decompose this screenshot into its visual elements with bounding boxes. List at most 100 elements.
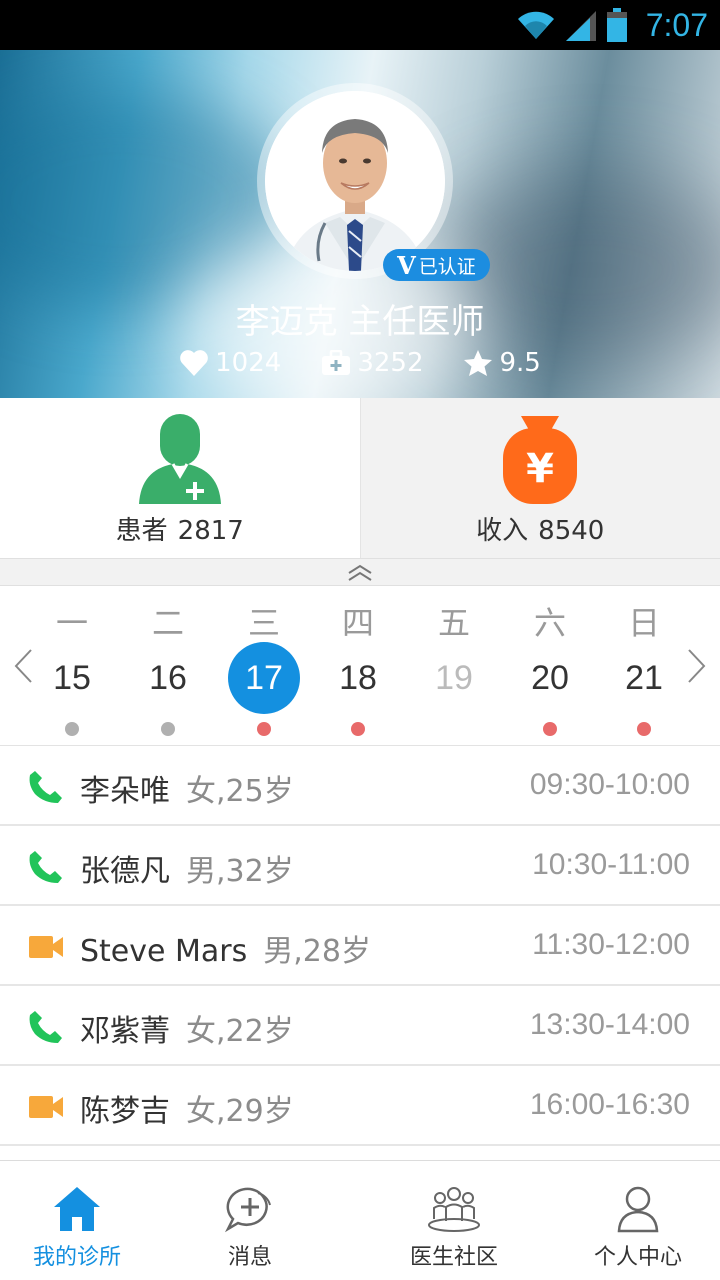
avatar[interactable] [265, 91, 445, 271]
tab-profile-center[interactable]: 个人中心 [548, 1161, 720, 1280]
calendar-weekday: 二 [151, 604, 184, 642]
appointment-patient: 李朵唯 女,25岁 [80, 766, 294, 810]
calendar-date: 15 [53, 659, 91, 697]
appointment-patient: 邓紫菁 女,22岁 [80, 1006, 294, 1050]
patient-name: 李朵唯 [80, 774, 170, 809]
income-card[interactable]: ¥ 收入 8540 [359, 398, 720, 558]
appointment-time: 09:30-10:00 [529, 768, 690, 801]
patient-name: Steve Mars [80, 934, 248, 969]
consultations-count: 3252 [357, 348, 424, 378]
phone-icon [28, 850, 64, 888]
calendar-date: 21 [625, 659, 663, 697]
appointment-time: 10:30-11:00 [532, 848, 690, 881]
collapse-toggle[interactable] [0, 558, 720, 586]
income-amount: 8540 [538, 516, 605, 546]
money-bag-icon: ¥ [503, 416, 578, 504]
calendar-date: 16 [149, 659, 187, 697]
status-time: 7:07 [645, 6, 708, 43]
video-camera-icon [28, 932, 64, 966]
appointment-indicator-dot [65, 722, 79, 736]
prev-week-chevron-left-icon[interactable] [12, 648, 34, 684]
person-icon [617, 1186, 659, 1233]
patient-gender-age: 男,32岁 [186, 854, 294, 889]
appointment-indicator-dot [543, 722, 557, 736]
appointment-indicator-dot [257, 722, 271, 736]
likes-stat: 1024 [179, 348, 281, 378]
appointment-indicator-dot [351, 722, 365, 736]
appointment-patient: 陈梦吉 女,29岁 [80, 1086, 294, 1130]
patient-name: 张德凡 [80, 854, 170, 889]
patient-name: 陈梦吉 [80, 1094, 170, 1129]
appointment-time: 16:00-16:30 [529, 1088, 690, 1121]
signal-icon [565, 11, 596, 41]
star-icon [464, 350, 493, 376]
chat-plus-icon [224, 1187, 271, 1233]
patient-add-icon [138, 414, 221, 504]
community-icon [428, 1187, 480, 1232]
phone-icon [28, 1010, 64, 1048]
patient-gender-age: 女,22岁 [186, 1014, 294, 1049]
double-chevron-up-icon [348, 564, 372, 581]
wifi-icon [517, 11, 554, 39]
patients-count: 2817 [177, 516, 244, 546]
calendar-weekday: 一 [55, 604, 88, 642]
profile-stats: 1024 3252 9.5 [0, 348, 720, 378]
calendar-weekday: 日 [627, 604, 660, 642]
patient-gender-age: 男,28岁 [263, 934, 371, 969]
calendar-date-selected: 17 [228, 642, 300, 714]
appointment-indicator-dot [637, 722, 651, 736]
income-label: 收入 [476, 516, 529, 546]
appointment-indicator-dot [161, 722, 175, 736]
tab-my-clinic-label: 我的诊所 [32, 1245, 121, 1270]
medkit-icon [322, 350, 351, 375]
appointment-time: 11:30-12:00 [532, 928, 690, 961]
video-camera-icon [28, 1092, 64, 1126]
verified-badge: V 已认证 [383, 249, 490, 281]
calendar-weekday: 五 [437, 604, 470, 642]
likes-count: 1024 [215, 348, 282, 378]
phone-icon [28, 770, 64, 808]
consultations-stat: 3252 [321, 348, 423, 378]
summary-cards: 患者 2817 ¥ 收入 8540 [0, 398, 720, 558]
calendar-date: 19 [435, 659, 473, 697]
appointment-list: 李朵唯 女,25岁 09:30-10:00 张德凡 男,32岁 10:30-11:00 St… [0, 746, 720, 1146]
calendar-weekday: 六 [533, 604, 566, 642]
calendar-weekday: 三 [247, 604, 280, 642]
tab-messages-label: 消息 [227, 1245, 272, 1270]
money-bag-symbol: ¥ [526, 446, 554, 492]
patients-card[interactable]: 患者 2817 [0, 398, 360, 558]
heart-icon [180, 350, 208, 376]
appointment-patient: Steve Mars 男,28岁 [80, 926, 371, 970]
status-bar: 7:07 [0, 0, 720, 50]
appointment-row[interactable]: Steve Mars 男,28岁 11:30-12:00 [0, 906, 720, 986]
patient-gender-age: 女,25岁 [186, 774, 294, 809]
appointment-patient: 张德凡 男,32岁 [80, 846, 294, 890]
tab-my-clinic[interactable]: 我的诊所 [0, 1161, 167, 1280]
tab-doctor-community[interactable]: 医生社区 [364, 1161, 544, 1280]
calendar-date: 18 [339, 659, 377, 697]
rating-value: 9.5 [499, 348, 541, 378]
tab-messages[interactable]: 消息 [160, 1161, 340, 1280]
appointment-row[interactable]: 李朵唯 女,25岁 09:30-10:00 [0, 746, 720, 826]
week-calendar: 一 15 二 16 三 17 四 18 五 19 六 20 日 21 [0, 586, 720, 746]
appointment-row[interactable]: 陈梦吉 女,29岁 16:00-16:30 [0, 1066, 720, 1146]
tab-doctor-community-label: 医生社区 [409, 1245, 498, 1270]
bottom-nav: 我的诊所 消息 医生社区 个人中心 [0, 1160, 720, 1280]
appointment-row[interactable]: 张德凡 男,32岁 10:30-11:00 [0, 826, 720, 906]
battery-icon [606, 8, 627, 42]
doctor-name-title: 李迈克 主任医师 [235, 302, 485, 342]
patients-label: 患者 [115, 516, 168, 546]
status-icons: 7:07 [516, 0, 708, 50]
profile-header: V 已认证 李迈克 主任医师 1024 3252 9.5 [0, 50, 720, 398]
rating-stat: 9.5 [463, 348, 541, 378]
calendar-date: 20 [531, 659, 569, 697]
doctor-portrait [265, 91, 445, 271]
patient-gender-age: 女,29岁 [186, 1094, 294, 1129]
appointment-row[interactable]: 邓紫菁 女,22岁 13:30-14:00 [0, 986, 720, 1066]
home-icon [54, 1187, 100, 1231]
patients-label-row: 患者 2817 [0, 510, 360, 547]
calendar-weekday: 四 [341, 604, 374, 642]
patient-name: 邓紫菁 [80, 1014, 170, 1049]
next-week-chevron-right-icon[interactable] [686, 648, 708, 684]
income-label-row: 收入 8540 [361, 510, 720, 547]
